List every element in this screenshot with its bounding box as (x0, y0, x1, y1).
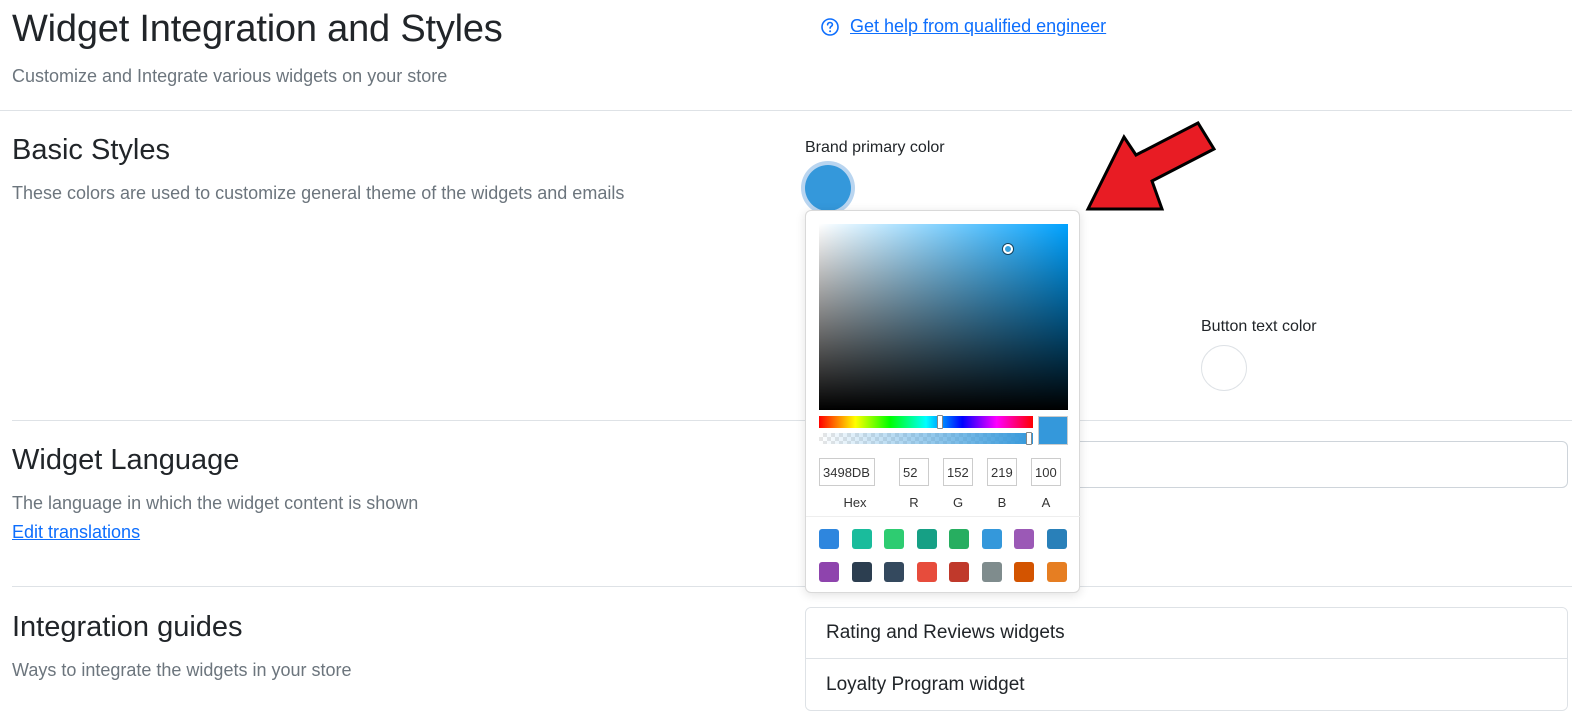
preset-swatch[interactable] (819, 529, 839, 549)
language-select[interactable] (1078, 441, 1568, 488)
widget-language-title: Widget Language (12, 444, 240, 476)
widget-language-description: The language in which the widget content… (12, 493, 419, 513)
preset-swatch[interactable] (1046, 529, 1067, 549)
preset-swatch[interactable] (884, 529, 904, 549)
preset-swatch[interactable] (851, 562, 872, 582)
integration-guides-description: Ways to integrate the widgets in your st… (12, 660, 352, 680)
preset-swatch[interactable] (949, 562, 969, 582)
integration-guides-title: Integration guides (12, 611, 243, 643)
integration-guides-list: Rating and Reviews widgets Loyalty Progr… (805, 607, 1568, 711)
a-input[interactable]: 100 (1031, 458, 1061, 486)
basic-styles-title: Basic Styles (12, 134, 170, 166)
color-picker-popup: 3498DB 52 152 219 100 Hex R G B A (805, 210, 1081, 593)
r-input[interactable]: 52 (899, 458, 929, 486)
b-label: B (997, 495, 1007, 510)
hex-label: Hex (843, 495, 867, 510)
preset-swatch[interactable] (819, 562, 839, 582)
hue-slider[interactable] (819, 416, 1033, 428)
preset-swatch[interactable] (1014, 529, 1034, 549)
preset-swatch[interactable] (916, 562, 937, 582)
alpha-slider-handle[interactable] (1026, 432, 1032, 445)
button-text-swatch[interactable] (1201, 345, 1247, 391)
a-label: A (1041, 495, 1051, 510)
preset-swatch[interactable] (981, 562, 1002, 582)
saturation-panel[interactable] (819, 224, 1068, 410)
question-circle-icon (821, 17, 839, 36)
b-input[interactable]: 219 (987, 458, 1017, 486)
page-subtitle: Customize and Integrate various widgets … (12, 66, 448, 86)
hue-slider-handle[interactable] (937, 415, 943, 429)
preset-swatch[interactable] (916, 529, 937, 549)
alpha-slider[interactable] (819, 433, 1033, 444)
preset-swatch[interactable] (1046, 562, 1067, 582)
preset-divider (806, 516, 1081, 517)
divider (12, 420, 1572, 421)
divider (0, 110, 1572, 111)
help-link-label[interactable]: Get help from qualified engineer (850, 16, 1106, 37)
help-link[interactable]: Get help from qualified engineer (820, 16, 1106, 37)
button-text-label: Button text color (1201, 318, 1317, 335)
basic-styles-description: These colors are used to customize gener… (12, 183, 625, 203)
hex-input[interactable]: 3498DB (819, 458, 875, 486)
preset-swatch[interactable] (884, 562, 904, 582)
g-input[interactable]: 152 (943, 458, 973, 486)
guide-item-loyalty[interactable]: Loyalty Program widget (806, 659, 1567, 710)
color-preview (1038, 416, 1068, 445)
red-arrow-annotation (1085, 121, 1217, 211)
divider (12, 586, 1572, 587)
saturation-cursor[interactable] (1003, 244, 1013, 254)
preset-swatch[interactable] (851, 529, 872, 549)
edit-translations-link[interactable]: Edit translations (12, 522, 140, 543)
brand-primary-swatch[interactable] (805, 165, 851, 211)
preset-swatch[interactable] (981, 529, 1002, 549)
guide-item-reviews[interactable]: Rating and Reviews widgets (806, 608, 1567, 659)
g-label: G (952, 495, 964, 510)
preset-swatch[interactable] (1014, 562, 1034, 582)
r-label: R (909, 495, 919, 510)
page-title: Widget Integration and Styles (12, 8, 503, 50)
brand-primary-label: Brand primary color (805, 139, 945, 156)
preset-swatch[interactable] (949, 529, 969, 549)
